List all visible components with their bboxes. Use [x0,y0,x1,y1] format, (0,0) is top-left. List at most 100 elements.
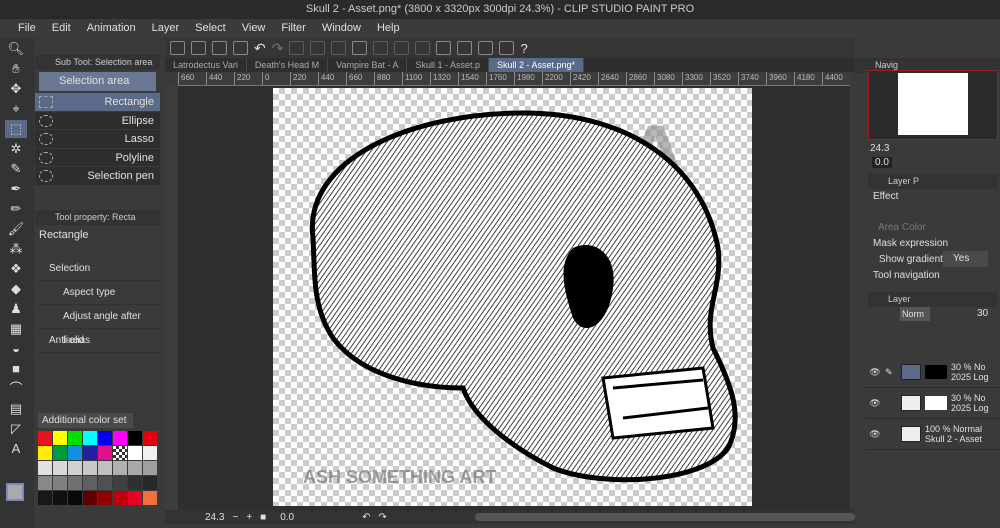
horizontal-scrollbar[interactable] [474,513,855,521]
tab-document[interactable]: Vampire Bat - A [328,58,408,72]
fill-icon[interactable] [331,41,347,55]
open-file-icon[interactable] [212,41,227,55]
menu-animation[interactable]: Animation [79,19,144,38]
canvas-area[interactable]: ʌA ASH SOMETHING ART [178,86,850,510]
tab-document-active[interactable]: Skull 2 - Asset.png* [489,58,585,72]
rotate-left-icon[interactable]: ↶ [362,512,370,523]
color-swatch[interactable] [83,491,97,505]
sub-tool-selection-pen[interactable]: Selection pen [35,167,160,186]
color-swatch[interactable] [83,476,97,490]
zoom-tool-icon[interactable]: 🔍︎ [5,40,27,58]
color-swatch[interactable] [128,446,142,460]
color-swatch[interactable] [143,491,157,505]
rotate-right-icon[interactable]: ↷ [379,512,387,523]
color-set-dropdown[interactable]: Additional color set [38,413,133,428]
color-swatch[interactable] [113,461,127,475]
blend-mode-select[interactable]: Norm [900,307,930,321]
help-icon[interactable]: ? [520,41,527,56]
color-swatch[interactable] [113,431,127,445]
color-swatch[interactable] [68,491,82,505]
aspect-type-row[interactable]: Aspect type [35,281,160,305]
gradient-icon[interactable]: ■ [5,360,27,378]
deselect-icon[interactable] [289,41,305,55]
clear-outside-icon[interactable] [373,41,389,55]
menu-view[interactable]: View [234,19,274,38]
color-swatch[interactable] [83,431,97,445]
color-swatch[interactable] [98,461,112,475]
color-swatch[interactable] [53,491,67,505]
curve-icon[interactable]: ⌒ [5,380,27,398]
color-swatch[interactable] [98,491,112,505]
special-ruler-snap-icon[interactable] [457,41,473,55]
color-swatch[interactable] [128,431,142,445]
color-swatch[interactable] [128,476,142,490]
sub-tool-rectangle[interactable]: Rectangle [35,93,160,112]
layer-property-tab[interactable]: Layer P [868,174,998,189]
pen-tool-icon[interactable]: ✒ [5,180,27,198]
undo-icon[interactable]: ↶ [254,40,266,57]
sub-tool-group[interactable]: Selection area [39,72,156,91]
tab-document[interactable]: Latrodectus Vari [165,58,247,72]
color-swatch[interactable] [68,461,82,475]
adjust-angle-checkbox[interactable]: Adjust angle after fixed [35,305,160,346]
brush-tool-icon[interactable]: 🖌︎ [5,220,27,238]
color-swatch[interactable] [38,461,52,475]
color-swatch[interactable] [53,431,67,445]
color-swatch[interactable] [98,431,112,445]
color-swatch[interactable] [38,491,52,505]
color-swatch[interactable] [143,476,157,490]
color-swatch[interactable] [38,431,52,445]
eyedropper-icon[interactable]: ✎ [5,160,27,178]
color-swatch[interactable] [53,476,67,490]
navigator-angle[interactable]: 0.0 [872,157,892,168]
tab-document[interactable]: Death's Head M [247,58,329,72]
color-swatch[interactable] [143,446,157,460]
menu-filter[interactable]: Filter [273,19,313,38]
anti-alias-row[interactable]: Anti-alias [35,329,160,353]
rotation-value[interactable]: 0.0 [280,512,294,523]
sub-tool-ellipse[interactable]: Ellipse [35,111,160,130]
menu-select[interactable]: Select [187,19,234,38]
fill-tool-icon[interactable]: ◒ [5,340,27,358]
color-swatch[interactable] [143,431,157,445]
auto-select-icon[interactable]: ✲ [5,140,27,158]
color-swatch[interactable] [83,461,97,475]
selection-tool-icon[interactable]: ⬚ [5,120,27,138]
ruler-icon[interactable]: ◸ [5,420,27,438]
menu-file[interactable]: File [10,19,44,38]
color-swatch[interactable] [68,431,82,445]
grid-snap-icon[interactable] [478,41,494,55]
visibility-eye-icon[interactable]: 👁︎ [865,367,885,378]
canvas[interactable]: ʌA ASH SOMETHING ART [273,88,752,506]
main-color-swatch[interactable] [6,483,24,501]
show-gradients-select[interactable]: Yes [943,251,988,267]
eraser-icon[interactable]: ◆ [5,280,27,298]
transform-icon[interactable] [352,41,368,55]
color-swatch[interactable] [113,491,127,505]
color-swatch[interactable] [53,461,67,475]
hand-tool-icon[interactable]: ✋︎ [5,60,27,78]
visibility-eye-icon[interactable]: 👁︎ [865,398,885,409]
invert-selection-icon[interactable] [310,41,326,55]
zoom-out-button[interactable]: − [232,512,238,523]
layer-row[interactable]: 👁︎ 30 % No 2025 Log [865,388,1000,419]
opacity-value[interactable]: 30 [977,308,988,319]
figure-tool-icon[interactable]: ▦ [5,320,27,338]
sub-tool-lasso[interactable]: Lasso [35,130,160,149]
pencil-tool-icon[interactable]: ✏ [5,200,27,218]
color-swatch[interactable] [38,476,52,490]
color-swatch[interactable] [53,446,67,460]
selection-mode-row[interactable]: Selection [35,257,160,281]
layer-tab[interactable]: Layer [868,292,998,307]
color-swatch[interactable] [143,461,157,475]
frame-icon[interactable]: ▤ [5,400,27,418]
color-swatch[interactable] [128,461,142,475]
color-swatch[interactable] [113,446,127,460]
redo-icon[interactable]: ↷ [272,40,284,57]
new-file-icon[interactable] [191,41,206,55]
fit-button[interactable]: ■ [260,512,266,523]
color-swatch[interactable] [83,446,97,460]
blend-tool-icon[interactable]: ♟ [5,300,27,318]
color-swatch[interactable] [98,476,112,490]
menu-help[interactable]: Help [369,19,408,38]
